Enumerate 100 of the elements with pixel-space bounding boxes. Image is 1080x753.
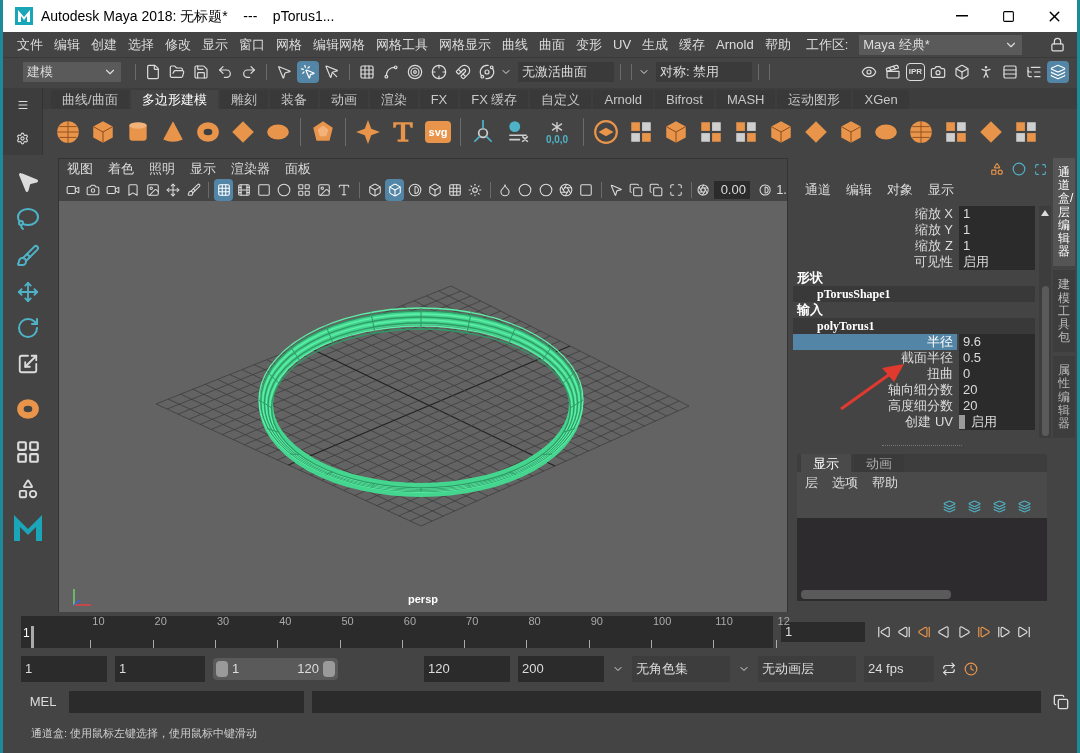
attribute-label[interactable]: 缩放 Z xyxy=(793,238,957,254)
loop-icon[interactable] xyxy=(942,662,956,676)
layer-menu-item[interactable]: 选项 xyxy=(832,473,858,493)
panel-menu-item[interactable]: 渲染器 xyxy=(231,159,270,179)
playback-start-field[interactable]: 1 xyxy=(115,656,205,682)
next-key-icon[interactable] xyxy=(977,625,991,639)
shelf-tab[interactable]: 运动图形 xyxy=(777,90,852,109)
menu-item[interactable]: 编辑网格 xyxy=(313,34,365,55)
layer-tab[interactable]: 显示 xyxy=(801,454,851,472)
cube-icon[interactable] xyxy=(90,119,116,145)
attribute-label[interactable]: 扭曲 xyxy=(793,366,957,382)
menu-item[interactable]: 修改 xyxy=(165,34,191,55)
attribute-field[interactable]: 20 xyxy=(959,382,1035,398)
anim-layer-dropdown[interactable]: 无动画层 xyxy=(758,656,856,682)
play-backward-icon[interactable] xyxy=(937,625,951,639)
play-forward-icon[interactable] xyxy=(957,625,971,639)
shelf-tab[interactable]: MASH xyxy=(715,90,776,109)
sphere-icon[interactable] xyxy=(55,119,81,145)
vertical-scrollbar[interactable] xyxy=(1039,206,1051,438)
menu-item[interactable]: 缓存 xyxy=(679,34,706,55)
attribute-field[interactable]: 0.5 xyxy=(959,350,1035,366)
panel-menu-item[interactable]: 照明 xyxy=(149,159,175,179)
menu-item[interactable]: 显示 xyxy=(202,34,228,55)
layer-menu-item[interactable]: 帮助 xyxy=(872,473,898,493)
gamma-field[interactable]: 1. xyxy=(776,179,787,200)
go-to-start-icon[interactable] xyxy=(877,625,891,639)
attribute-field[interactable]: 20 xyxy=(959,398,1035,414)
shelf-tab[interactable]: 装备 xyxy=(269,90,318,109)
attribute-field[interactable]: 0 xyxy=(959,366,1035,382)
channel-menu-item[interactable]: 通道 xyxy=(805,180,831,200)
menu-item[interactable]: 网格 xyxy=(276,34,302,55)
go-to-end-icon[interactable] xyxy=(1017,625,1031,639)
expand-icon[interactable] xyxy=(1034,162,1047,176)
shelf-tab[interactable]: 多边形建模 xyxy=(130,90,218,109)
exposure-field[interactable]: 0.00 xyxy=(714,180,750,199)
object-select-icon[interactable] xyxy=(297,61,319,83)
shelf-tab[interactable]: 雕刻 xyxy=(219,90,268,109)
command-input[interactable] xyxy=(69,691,304,713)
menu-item[interactable]: 网格显示 xyxy=(439,34,491,55)
node-name[interactable]: pTorusShape1 xyxy=(793,286,1035,302)
node-name[interactable]: polyTorus1 xyxy=(793,318,1035,334)
menu-item[interactable]: 选择 xyxy=(128,34,154,55)
step-back-icon[interactable] xyxy=(897,625,911,639)
attribute-label[interactable]: 轴向细分数 xyxy=(793,382,957,398)
attribute-field[interactable]: 9.6 xyxy=(959,334,1035,350)
shelf-tab[interactable]: 动画 xyxy=(319,90,368,109)
playback-end-field[interactable]: 120 xyxy=(424,656,510,682)
attribute-label[interactable]: 缩放 Y xyxy=(793,222,957,238)
attribute-field[interactable]: 1 xyxy=(959,222,1035,238)
attribute-label[interactable]: 高度细分数 xyxy=(793,398,957,414)
menu-item[interactable]: 文件 xyxy=(17,34,43,55)
range-slider[interactable]: 1 120 xyxy=(213,658,338,680)
workspace-dropdown[interactable]: Maya 经典* xyxy=(859,34,1023,55)
attribute-field[interactable]: 1 xyxy=(959,238,1035,254)
shelf-tab[interactable]: FX xyxy=(419,90,459,109)
panel-menu-item[interactable]: 面板 xyxy=(285,159,311,179)
torus-icon[interactable] xyxy=(195,119,221,145)
layer-menu-item[interactable]: 层 xyxy=(805,473,818,493)
command-language[interactable]: MEL xyxy=(21,692,65,712)
side-tab[interactable]: 建模工具包 xyxy=(1053,270,1075,353)
lasso-tool-icon[interactable] xyxy=(16,207,40,231)
diamond-icon[interactable] xyxy=(230,119,256,145)
gamma-icon[interactable] xyxy=(758,182,772,197)
shelf-tab[interactable]: Bifrost xyxy=(655,90,714,109)
menu-item[interactable]: 网格工具 xyxy=(376,34,428,55)
exposure-icon[interactable] xyxy=(696,182,710,197)
shaded-icon[interactable] xyxy=(385,178,405,201)
shelf-settings-icon[interactable] xyxy=(16,131,29,145)
menu-item[interactable]: Arnold xyxy=(716,34,754,55)
side-tab[interactable]: 属性编辑器 xyxy=(1053,356,1075,439)
paint-select-icon[interactable] xyxy=(16,244,40,268)
scale-tool-icon[interactable] xyxy=(17,353,39,375)
end-field[interactable]: 200 xyxy=(518,656,604,682)
panel-menu-item[interactable]: 着色 xyxy=(108,159,134,179)
torus-tool-icon[interactable] xyxy=(15,396,41,422)
start-field[interactable]: 1 xyxy=(21,656,107,682)
menu-item[interactable]: 曲面 xyxy=(539,34,565,55)
grid-icon[interactable] xyxy=(213,178,234,201)
move-tool-icon[interactable] xyxy=(17,281,39,303)
shelf-tab[interactable]: 自定义 xyxy=(530,90,592,109)
shelf-menu-icon[interactable] xyxy=(16,98,29,111)
maya-logo-icon[interactable] xyxy=(12,513,44,543)
channel-menu-item[interactable]: 显示 xyxy=(928,180,954,200)
side-tab[interactable]: 通道盒/层编辑器 xyxy=(1053,158,1075,267)
menu-item[interactable]: 编辑 xyxy=(54,34,80,55)
menu-item[interactable]: 变形 xyxy=(576,34,602,55)
attribute-field[interactable]: 1 xyxy=(959,206,1035,222)
menu-item[interactable]: 窗口 xyxy=(239,34,265,55)
attribute-label[interactable]: 缩放 X xyxy=(793,206,957,222)
menu-item[interactable]: 创建 xyxy=(91,34,117,55)
scroll-up-icon[interactable] xyxy=(1041,210,1049,216)
layers-icon[interactable] xyxy=(1047,61,1069,83)
attribute-label[interactable]: 截面半径 xyxy=(793,350,957,366)
rotate-tool-icon[interactable] xyxy=(16,316,40,340)
ipr-render-button[interactable]: IPR xyxy=(905,63,925,81)
channel-menu-item[interactable]: 对象 xyxy=(887,180,913,200)
symmetry-field[interactable]: 对称: 禁用 xyxy=(656,62,752,82)
shelf-tab[interactable]: 曲线/曲面 xyxy=(51,90,129,109)
channel-menu-item[interactable]: 编辑 xyxy=(846,180,872,200)
attribute-label[interactable]: 半径 xyxy=(793,334,957,350)
